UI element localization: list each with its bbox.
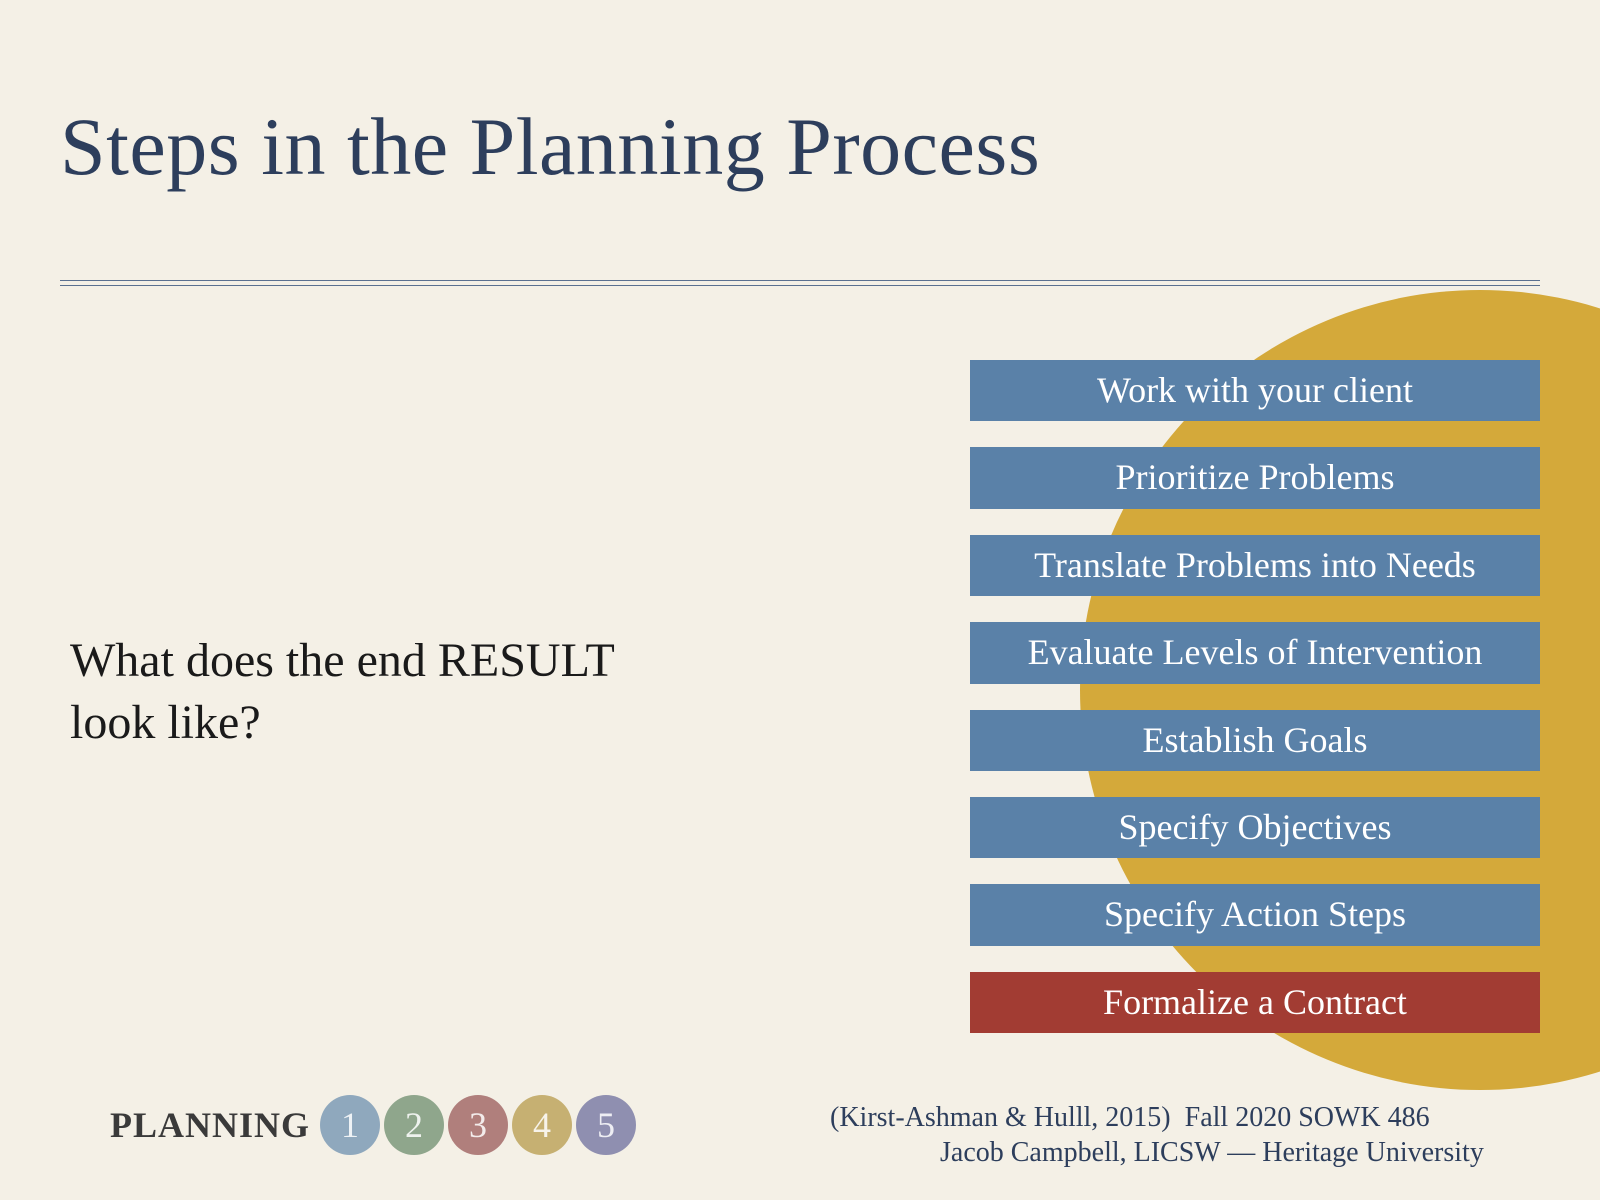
- step-item: Evaluate Levels of Intervention: [970, 622, 1540, 683]
- page-dot: 1: [320, 1095, 380, 1155]
- page-indicator: 1 2 3 4 5: [320, 1095, 636, 1155]
- page-dot: 4: [512, 1095, 572, 1155]
- page-dot: 2: [384, 1095, 444, 1155]
- step-item: Prioritize Problems: [970, 447, 1540, 508]
- step-item: Specify Objectives: [970, 797, 1540, 858]
- title-underline: [60, 280, 1540, 286]
- footer-label: PLANNING: [110, 1104, 310, 1146]
- slide-title: Steps in the Planning Process: [60, 100, 1040, 194]
- step-item: Work with your client: [970, 360, 1540, 421]
- citation: (Kirst-Ashman & Hulll, 2015): [830, 1102, 1171, 1133]
- author: Jacob Campbell, LICSW — Heritage Univers…: [830, 1137, 1484, 1168]
- subtitle-line-2: look like?: [70, 696, 261, 749]
- term: Fall 2020 SOWK 486: [1185, 1102, 1430, 1133]
- page-dot: 3: [448, 1095, 508, 1155]
- step-item: Translate Problems into Needs: [970, 535, 1540, 596]
- step-item: Establish Goals: [970, 710, 1540, 771]
- subtitle: What does the end RESULT look like?: [70, 630, 790, 755]
- footer-credits: (Kirst-Ashman & Hulll, 2015) Fall 2020 S…: [830, 1100, 1530, 1170]
- steps-list: Work with your client Prioritize Problem…: [970, 360, 1540, 1033]
- subtitle-line-1: What does the end RESULT: [70, 634, 615, 687]
- step-item: Specify Action Steps: [970, 884, 1540, 945]
- step-item-highlight: Formalize a Contract: [970, 972, 1540, 1033]
- page-dot: 5: [576, 1095, 636, 1155]
